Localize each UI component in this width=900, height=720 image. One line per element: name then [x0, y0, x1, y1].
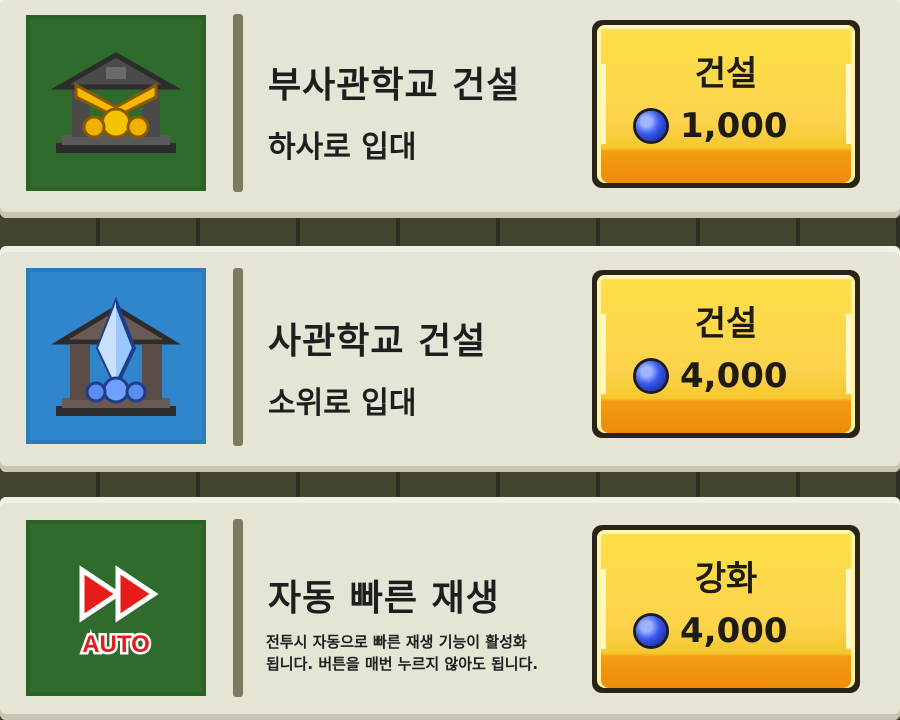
gem-icon	[636, 361, 666, 391]
description-line: 전투시 자동으로 빠른 재생 기능이 활성화	[266, 633, 527, 651]
shop-item-officer-academy: 사관학교 건설 소위로 입대 건설 4,000	[0, 246, 900, 472]
item-title: 사관학교 건설	[268, 321, 487, 362]
price-value: 4,000	[680, 611, 788, 651]
price: 1,000	[636, 106, 788, 146]
button-label: 건설	[694, 304, 758, 344]
button-label: 강화	[694, 559, 758, 599]
build-button[interactable]: 건설 1,000	[592, 20, 860, 188]
shop-item-auto-fast-play: AUTO 자동 빠른 재생 전투시 자동으로 빠른 재생 기능이 활성화 됩니다…	[0, 497, 900, 720]
crystal-academy-building-icon	[51, 296, 181, 416]
shop-item-nco-academy: 부사관학교 건설 하사로 입대 건설 1,000	[0, 0, 900, 218]
item-icon-frame	[26, 268, 206, 444]
divider	[233, 519, 243, 697]
item-title: 자동 빠른 재생	[268, 578, 500, 619]
card-gap	[0, 472, 900, 497]
item-icon-frame: AUTO	[26, 520, 206, 696]
upgrade-button[interactable]: 강화 4,000	[592, 525, 860, 693]
build-button[interactable]: 건설 4,000	[592, 270, 860, 438]
card-gap	[0, 218, 900, 246]
button-label: 건설	[694, 54, 758, 94]
item-subtitle: 하사로 입대	[268, 130, 417, 165]
divider	[233, 268, 243, 446]
gem-icon	[636, 111, 666, 141]
item-icon-frame	[26, 15, 206, 191]
item-description: 전투시 자동으로 빠른 재생 기능이 활성화 됩니다. 버튼을 매번 누르지 않…	[266, 631, 586, 675]
description-line: 됩니다. 버튼을 매번 누르지 않아도 됩니다.	[266, 655, 539, 673]
price-value: 1,000	[680, 106, 788, 146]
item-title: 부사관학교 건설	[268, 65, 521, 106]
divider	[233, 14, 243, 192]
auto-label: AUTO	[82, 631, 150, 658]
auto-fast-forward-icon: AUTO	[79, 565, 159, 661]
price: 4,000	[636, 611, 788, 651]
price-value: 4,000	[680, 356, 788, 396]
item-subtitle: 소위로 입대	[268, 386, 417, 421]
price: 4,000	[636, 356, 788, 396]
gem-icon	[636, 616, 666, 646]
gold-academy-building-icon	[50, 52, 182, 153]
